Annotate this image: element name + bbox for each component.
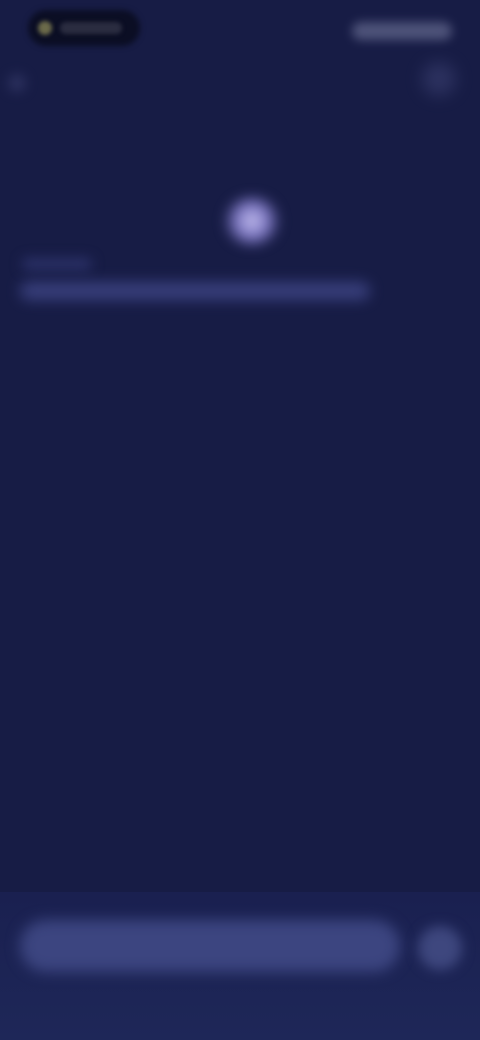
description-text [20, 282, 370, 300]
pill-label [60, 22, 122, 34]
signal-wifi-battery-icon [352, 22, 452, 40]
more-options-icon[interactable] [422, 62, 456, 96]
message-input[interactable] [20, 920, 400, 972]
status-bar [0, 0, 480, 60]
mic-indicator-icon [38, 21, 52, 35]
back-arrow-icon[interactable] [8, 74, 26, 92]
page-title [22, 124, 192, 164]
section-label [22, 258, 92, 270]
send-icon[interactable] [418, 926, 462, 970]
assistant-orb-icon [222, 196, 282, 246]
